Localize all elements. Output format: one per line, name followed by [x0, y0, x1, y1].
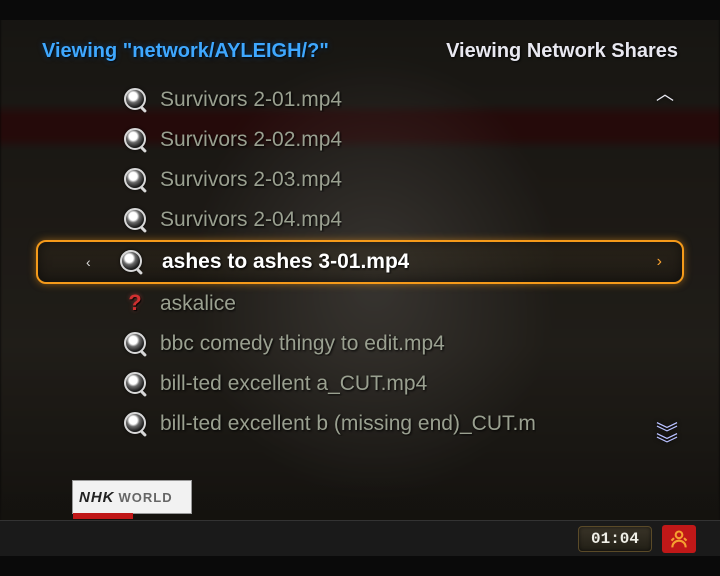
breadcrumb-path: Viewing "network/AYLEIGH/?" [42, 40, 329, 63]
chevron-left-icon[interactable]: ‹ [86, 254, 91, 270]
list-item[interactable]: ?askalice [42, 284, 678, 324]
list-item-label: ashes to ashes 3-01.mp4 [136, 250, 409, 274]
list-item[interactable]: Survivors 2-02.mp4 [42, 120, 678, 160]
channel-logo-accent [73, 513, 133, 519]
clock: 01:04 [578, 526, 652, 552]
page-title: Viewing Network Shares [446, 40, 678, 63]
list-item[interactable]: bill-ted excellent a_CUT.mp4 [42, 364, 678, 404]
list-item[interactable]: Survivors 2-04.mp4 [42, 200, 678, 240]
user-icon[interactable] [662, 525, 696, 553]
list-item[interactable]: Survivors 2-01.mp4 [42, 80, 678, 120]
media-file-icon [120, 250, 144, 274]
chevron-right-icon[interactable]: › [657, 253, 662, 271]
list-item-label: Survivors 2-03.mp4 [134, 168, 342, 192]
header-bar: Viewing "network/AYLEIGH/?" Viewing Netw… [42, 36, 678, 66]
list-item-label: Survivors 2-01.mp4 [134, 88, 342, 112]
channel-logo-text-1: NHK [73, 489, 115, 506]
media-file-icon [124, 88, 148, 112]
media-file-icon [124, 168, 148, 192]
media-file-icon [124, 208, 148, 232]
list-item-label: Survivors 2-04.mp4 [134, 208, 342, 232]
media-file-icon [124, 412, 148, 436]
media-file-icon [124, 128, 148, 152]
scroll-down-icon[interactable]: ︾ ︾ [656, 428, 676, 450]
list-item-selected[interactable]: ‹ ashes to ashes 3-01.mp4 › [36, 240, 684, 284]
list-item[interactable]: bbc comedy thingy to edit.mp4 [42, 324, 678, 364]
list-item-label: bill-ted excellent a_CUT.mp4 [134, 372, 427, 396]
question-icon: ? [124, 292, 148, 316]
list-item[interactable]: Survivors 2-03.mp4 [42, 160, 678, 200]
media-file-icon [124, 332, 148, 356]
list-item-label: bbc comedy thingy to edit.mp4 [134, 332, 445, 356]
bottom-letterbox [0, 556, 720, 576]
list-item-label: askalice [134, 292, 236, 316]
list-item-label: Survivors 2-02.mp4 [134, 128, 342, 152]
top-letterbox [0, 0, 720, 20]
media-file-icon [124, 372, 148, 396]
status-bar: 01:04 [0, 520, 720, 556]
list-item[interactable]: bill-ted excellent b (missing end)_CUT.m [42, 404, 678, 444]
channel-logo: NHK WORLD [72, 480, 192, 514]
file-list[interactable]: Survivors 2-01.mp4 Survivors 2-02.mp4 Surv… [42, 80, 678, 444]
list-item-label: bill-ted excellent b (missing end)_CUT.m [134, 412, 536, 436]
osd-overlay: Viewing "network/AYLEIGH/?" Viewing Netw… [0, 0, 720, 576]
channel-logo-text-2: WORLD [115, 490, 173, 505]
